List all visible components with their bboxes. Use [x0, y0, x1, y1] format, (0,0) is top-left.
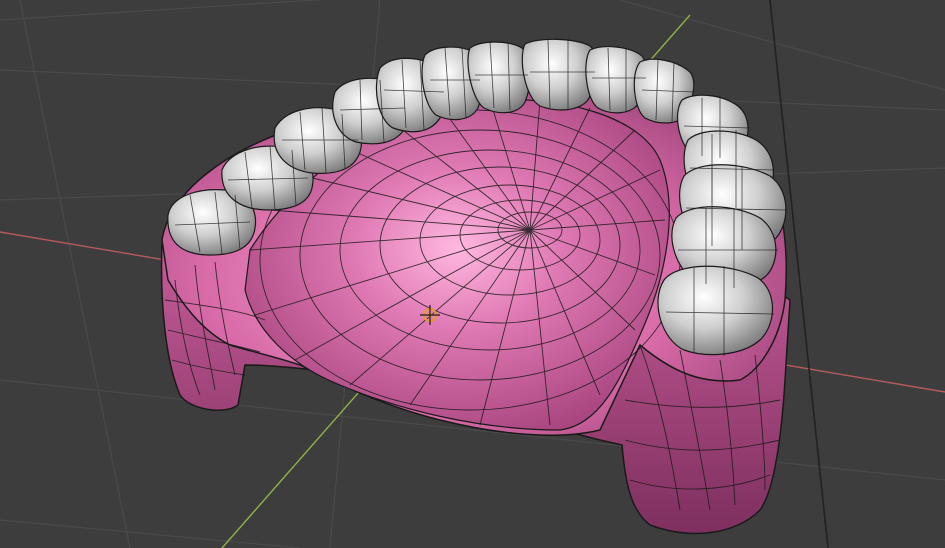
- 3d-viewport[interactable]: [0, 0, 945, 548]
- viewport-canvas[interactable]: [0, 0, 945, 548]
- tooth-incisor-left-1: [521, 38, 597, 111]
- tooth-molar-right-3: [657, 265, 773, 356]
